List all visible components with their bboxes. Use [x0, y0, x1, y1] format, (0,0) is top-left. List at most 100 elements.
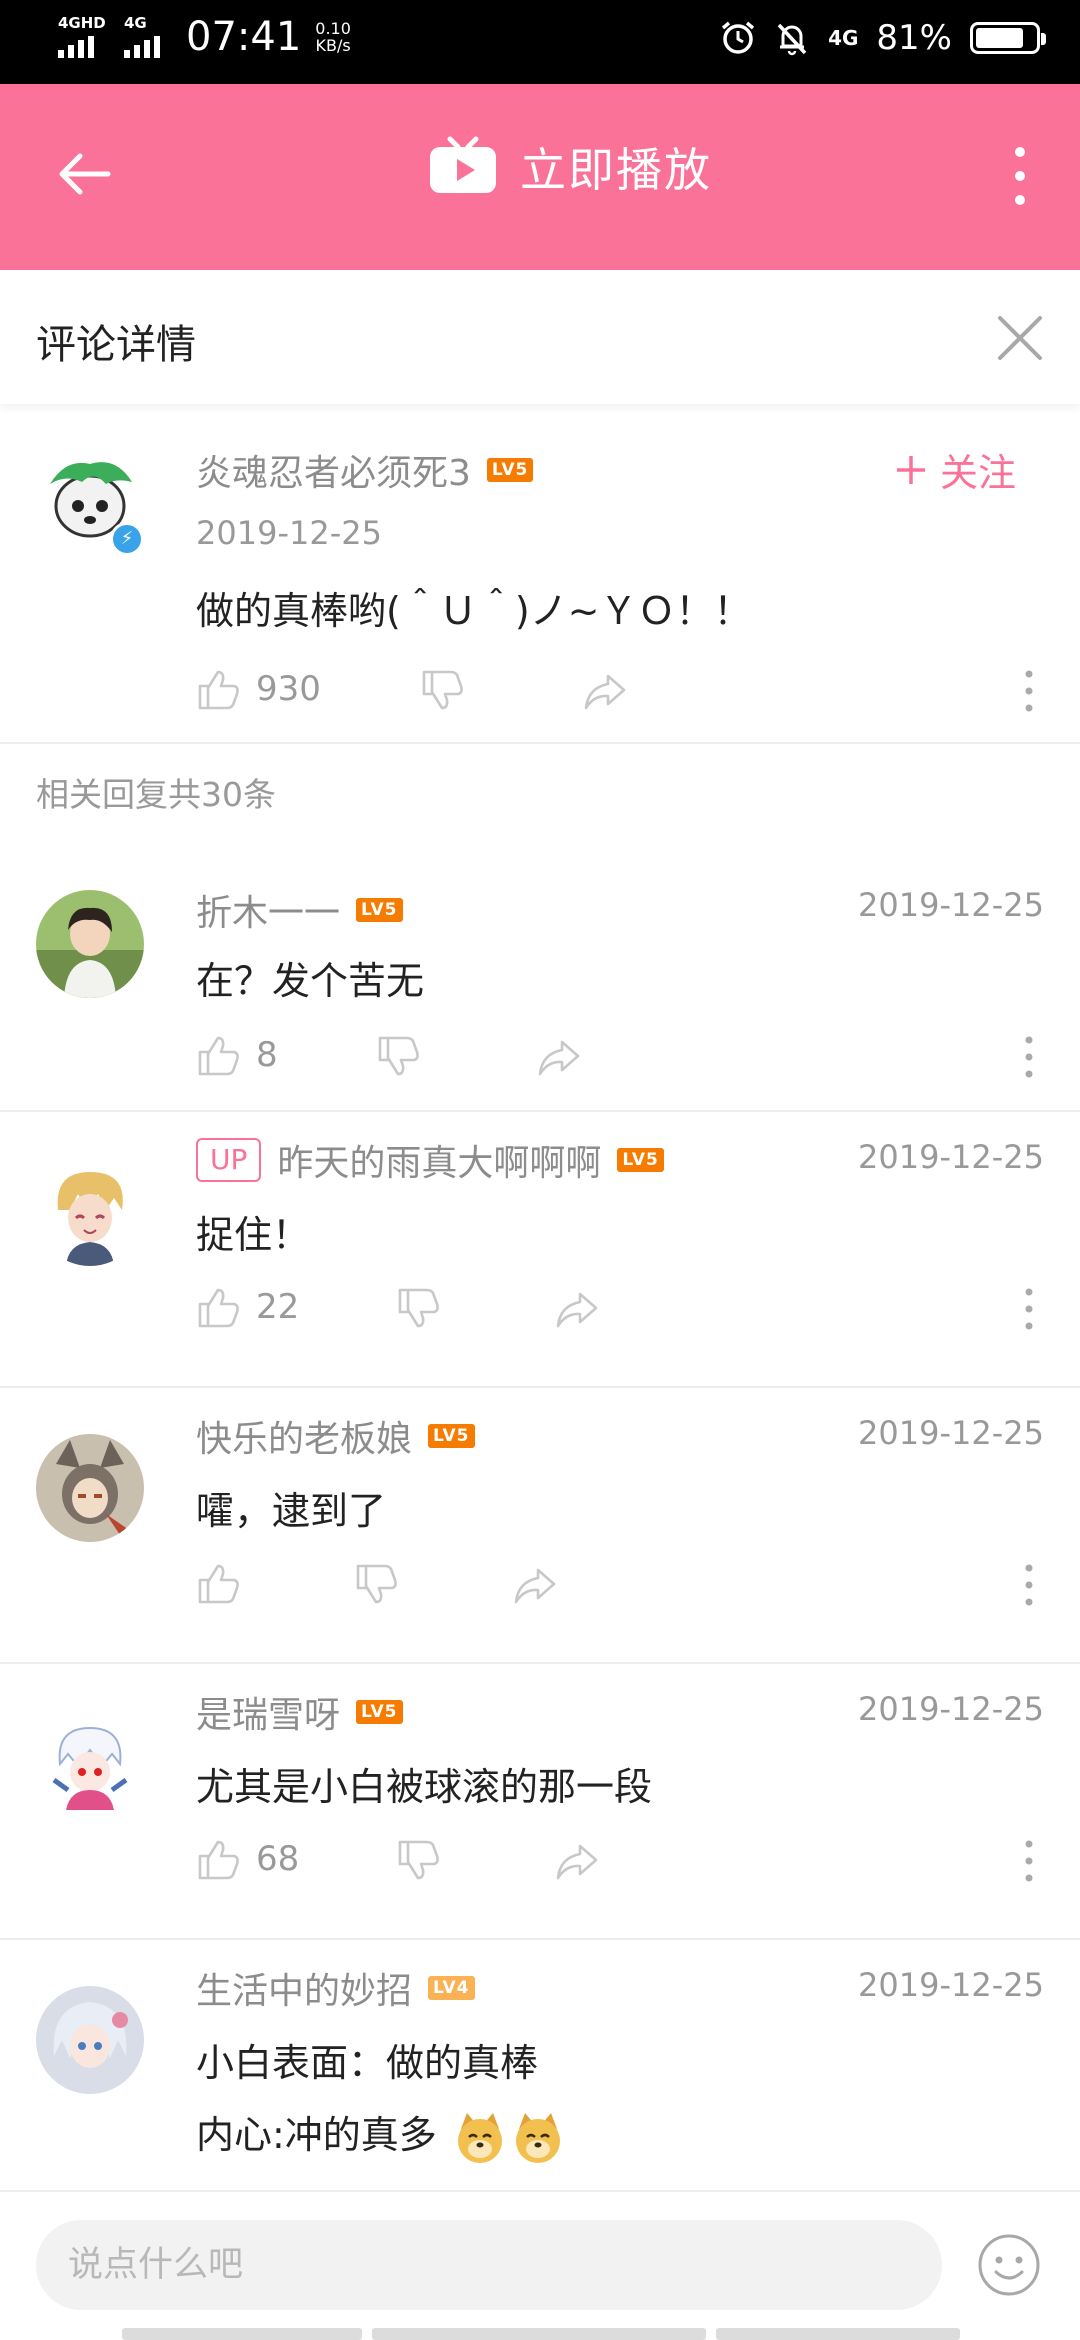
avatar[interactable]: [36, 1986, 144, 2094]
battery-percent: 81%: [876, 18, 952, 58]
reply-date: 2019-12-25: [858, 886, 1044, 924]
username[interactable]: 炎魂忍者必须死3: [196, 444, 471, 496]
thumb-down-icon[interactable]: [396, 1838, 442, 1884]
play-now-button[interactable]: 立即播放: [428, 134, 712, 200]
signal-sim1-icon: 4GHD: [58, 14, 110, 60]
more-options-icon[interactable]: [1014, 1032, 1044, 1082]
clock: 07:41: [186, 14, 302, 60]
thumb-down-icon[interactable]: [396, 1286, 442, 1332]
divider: [0, 742, 1080, 744]
signal-sim2-icon: 4G: [124, 14, 164, 60]
reply-date: 2019-12-25: [858, 1966, 1044, 2004]
username[interactable]: 折木一一: [196, 884, 340, 936]
like-button[interactable]: 8: [196, 1032, 278, 1078]
reply-date: 2019-12-25: [858, 1690, 1044, 1728]
comment-actions: 930: [196, 666, 1044, 718]
more-options-icon[interactable]: [1014, 1560, 1044, 1610]
share-icon[interactable]: [582, 668, 628, 714]
avatar[interactable]: [36, 1710, 144, 1818]
level-badge: LV4: [428, 1976, 475, 2000]
close-icon[interactable]: [994, 312, 1046, 364]
avatar[interactable]: [36, 1158, 144, 1266]
thumb-up-icon: [198, 1288, 239, 1328]
back-arrow-icon[interactable]: [48, 138, 120, 210]
like-button[interactable]: [196, 1560, 256, 1606]
comment-input-wrapper: [36, 2220, 942, 2310]
comment-input[interactable]: [36, 2220, 942, 2310]
reply-item: 折木一一 LV5 2019-12-25 在？发个苦无 8: [0, 860, 1080, 1110]
level-badge: LV5: [356, 1700, 403, 1724]
share-icon[interactable]: [554, 1838, 600, 1884]
reply-item: UP 昨天的雨真大啊啊啊 LV5 2019-12-25 捉住！ 22: [0, 1112, 1080, 1386]
comment-detail-bar: 评论详情: [0, 270, 1080, 404]
reply-text: 小白表面：做的真棒: [196, 2041, 539, 2085]
more-options-icon[interactable]: [1014, 1836, 1044, 1886]
doge-emoji-icon: [515, 2112, 560, 2163]
status-bar: 4GHD 4G 07:41 0.10 KB/s 4G 81%: [0, 0, 1080, 84]
thumb-up-icon: [198, 670, 239, 710]
reply-date: 2019-12-25: [858, 1414, 1044, 1452]
thumb-up-icon: [198, 1564, 239, 1604]
share-icon[interactable]: [554, 1286, 600, 1332]
thumb-up-icon: [198, 1036, 239, 1076]
reply-item: 快乐的老板娘 LV5 2019-12-25 嚯，逮到了: [0, 1388, 1080, 1662]
comment-date: 2019-12-25: [196, 514, 382, 552]
more-options-icon[interactable]: [1014, 1284, 1044, 1334]
level-badge: LV5: [617, 1148, 664, 1172]
mute-bell-icon: [777, 23, 807, 56]
like-count: 22: [256, 1287, 300, 1327]
thumb-down-icon[interactable]: [354, 1562, 400, 1608]
system-nav-segment: [122, 2328, 362, 2340]
level-badge: LV5: [356, 898, 403, 922]
username[interactable]: 生活中的妙招: [196, 1962, 412, 2014]
battery-icon: [970, 22, 1046, 54]
reply-actions: 22: [196, 1284, 1044, 1336]
page-title: 评论详情: [36, 322, 196, 368]
network-speed: 0.10 KB/s: [315, 19, 351, 55]
tv-play-icon: [430, 136, 496, 193]
reply-actions: [196, 1560, 1044, 1612]
follow-button[interactable]: 关注: [894, 442, 1016, 497]
verified-badge-icon: ⚡: [110, 522, 144, 556]
reply-text: 捉住！: [196, 1213, 311, 1257]
reply-actions: 68: [196, 1836, 1044, 1888]
reply-text-line2: 内心:冲的真多: [196, 2104, 565, 2165]
comment-input-bar: [0, 2190, 1080, 2340]
comment-text: 做的真棒哟(＾Ｕ＾)ノ~ＹＯ！！: [196, 589, 752, 633]
system-nav-segment: [716, 2328, 960, 2340]
reply-item: 生活中的妙招 LV4 2019-12-25 小白表面：做的真棒 内心:冲的真多: [0, 1940, 1080, 2190]
root-comment: ⚡ 炎魂忍者必须死3 LV5 关注 2019-12-25 做的真棒哟(＾Ｕ＾)ノ…: [0, 404, 1080, 744]
avatar[interactable]: [36, 1434, 144, 1542]
share-icon[interactable]: [512, 1562, 558, 1608]
replies-count-label: 相关回复共30条: [36, 775, 276, 814]
reply-text: 在？发个苦无: [196, 959, 425, 1003]
reply-item: 是瑞雪呀 LV5 2019-12-25 尤其是小白被球滚的那一段 68: [0, 1664, 1080, 1938]
emoji-face-icon[interactable]: [976, 2232, 1042, 2298]
doge-emoji-icon: [457, 2112, 502, 2163]
like-count: 930: [256, 669, 321, 709]
up-tag: UP: [196, 1138, 262, 1182]
avatar[interactable]: [36, 890, 144, 998]
reply-actions: 8: [196, 1032, 1044, 1084]
username[interactable]: 昨天的雨真大啊啊啊: [277, 1134, 601, 1186]
like-count: 68: [256, 1839, 300, 1879]
thumb-down-icon[interactable]: [420, 668, 466, 714]
thumb-up-icon: [198, 1840, 239, 1880]
play-now-label: 立即播放: [520, 143, 712, 197]
share-icon[interactable]: [536, 1034, 582, 1080]
network-type: 4G: [828, 26, 859, 50]
like-button[interactable]: 930: [196, 666, 321, 712]
reply-date: 2019-12-25: [858, 1138, 1044, 1176]
more-vertical-icon[interactable]: [1000, 140, 1040, 212]
like-button[interactable]: 68: [196, 1836, 299, 1882]
level-badge: LV5: [428, 1424, 475, 1448]
username[interactable]: 是瑞雪呀: [196, 1686, 340, 1738]
username[interactable]: 快乐的老板娘: [196, 1410, 412, 1462]
level-badge: LV5: [486, 458, 534, 482]
app-header: 立即播放: [0, 84, 1080, 270]
like-button[interactable]: 22: [196, 1284, 299, 1330]
plus-icon: [896, 455, 925, 484]
thumb-down-icon[interactable]: [376, 1034, 422, 1080]
more-options-icon[interactable]: [1014, 666, 1044, 716]
alarm-icon: [721, 21, 755, 54]
